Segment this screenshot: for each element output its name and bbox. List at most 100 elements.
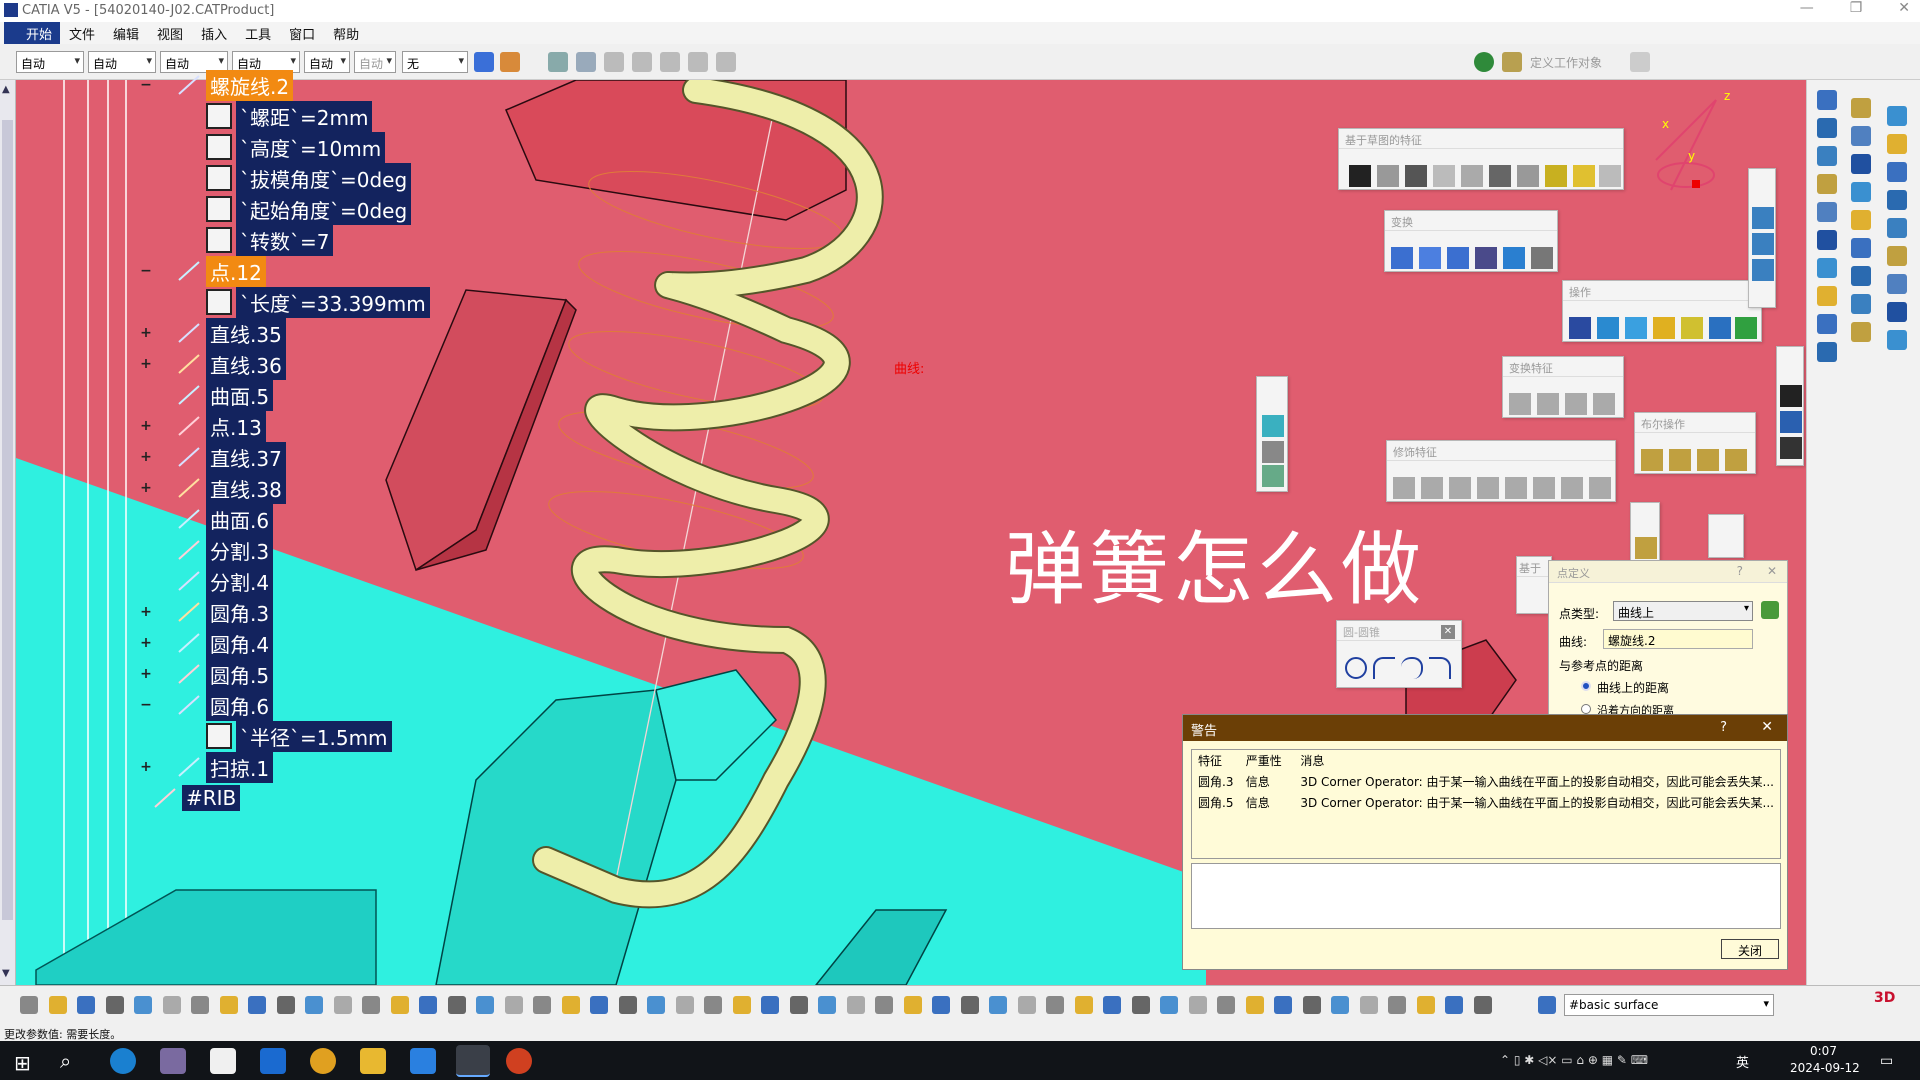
curve-field[interactable]: 螺旋线.2 — [1603, 629, 1753, 649]
scroll-up-icon[interactable]: ▲ — [2, 84, 10, 95]
workbench-tool-icon[interactable] — [1817, 174, 1837, 194]
scroll-down-icon[interactable]: ▼ — [2, 968, 10, 979]
bottom-tool-icon[interactable] — [1416, 996, 1435, 1014]
replace-comp-icon[interactable] — [716, 52, 736, 72]
bottom-tool-icon[interactable] — [1046, 996, 1064, 1014]
tree-node[interactable]: 螺旋线.2 — [176, 69, 294, 101]
remove-face-icon[interactable] — [1561, 477, 1583, 499]
bottom-tool-icon[interactable] — [989, 996, 1007, 1014]
bottom-tool-icon[interactable] — [77, 996, 95, 1014]
workbench-tool-icon[interactable] — [1851, 126, 1871, 146]
color-combo[interactable]: 自动 — [16, 51, 84, 73]
workbench-tool-icon[interactable] — [1851, 98, 1871, 118]
workbench-tool-icon[interactable] — [1887, 190, 1907, 210]
bottom-tool-icon[interactable] — [476, 996, 494, 1014]
bottom-tool-icon[interactable] — [305, 996, 323, 1014]
pad-icon[interactable] — [1349, 165, 1371, 187]
affinity-icon[interactable] — [1503, 247, 1525, 269]
bottom-tool-icon[interactable] — [1103, 996, 1121, 1014]
catalog-icon[interactable] — [548, 52, 568, 72]
bottom-tool-icon[interactable] — [1302, 996, 1321, 1014]
warning-detail-area[interactable] — [1191, 863, 1781, 929]
bottom-tool-icon[interactable] — [447, 996, 466, 1014]
tree-node[interactable]: 直线.37 — [176, 441, 286, 473]
axis-to-axis-icon[interactable] — [1531, 247, 1553, 269]
intersect-icon[interactable] — [1725, 449, 1747, 471]
bottom-tool-icon[interactable] — [1245, 996, 1264, 1014]
bottom-tool-icon[interactable] — [761, 996, 779, 1014]
bottom-tool-icon[interactable] — [1388, 996, 1406, 1014]
add-icon[interactable] — [1669, 449, 1691, 471]
bottom-tool-icon[interactable] — [818, 996, 836, 1014]
workbench-tool-icon[interactable] — [1817, 258, 1837, 278]
groove-icon[interactable] — [1433, 165, 1455, 187]
part-body-icon[interactable] — [1630, 52, 1650, 72]
symmetry-icon[interactable] — [1447, 247, 1469, 269]
expand-icon[interactable]: + — [140, 481, 152, 495]
positioned-sketch-icon[interactable] — [1780, 411, 1802, 433]
save-mgmt-icon[interactable] — [604, 52, 624, 72]
sphere-icon[interactable] — [1635, 537, 1657, 559]
bottom-tool-icon[interactable] — [533, 996, 551, 1014]
compass-widget[interactable] — [1655, 99, 1717, 191]
bottom-tool-icon[interactable] — [846, 996, 865, 1014]
tree-node[interactable]: #RIB — [152, 783, 241, 813]
thickness-icon[interactable] — [1505, 477, 1527, 499]
tray-icons[interactable]: ⌃ ▯ ✱ ◁× ▭ ⌂ ⊕ ▦ ✎ ⌨ — [1500, 1053, 1648, 1067]
split-icon[interactable] — [1597, 317, 1619, 339]
clock-time[interactable]: 0:07 — [1810, 1044, 1837, 1058]
expand-icon[interactable]: + — [140, 605, 152, 619]
surface-icon[interactable] — [1262, 415, 1284, 437]
bottom-tool-icon[interactable] — [162, 996, 181, 1014]
warning-help-icon[interactable]: ? — [1720, 720, 1727, 735]
menu-start[interactable]: 开始 — [4, 21, 61, 45]
circ-pattern-icon[interactable] — [1593, 393, 1615, 415]
col-severity[interactable]: 严重性 — [1240, 750, 1295, 771]
work-object-icon[interactable] — [1502, 52, 1522, 72]
tree-node[interactable]: 分割.3 — [176, 534, 274, 566]
bottom-tool-icon[interactable] — [960, 996, 979, 1014]
point-dialog-close-icon[interactable]: ✕ — [1767, 564, 1777, 578]
workbench-tool-icon[interactable] — [1851, 182, 1871, 202]
expand-icon[interactable]: + — [140, 667, 152, 681]
bottom-tool-icon[interactable] — [362, 996, 380, 1014]
file-explorer-icon[interactable] — [360, 1048, 386, 1074]
workbench-tool-icon[interactable] — [1817, 230, 1837, 250]
pattern-icon[interactable] — [1537, 393, 1559, 415]
painter-icon[interactable] — [474, 52, 494, 72]
minimize-button[interactable]: — — [1800, 0, 1814, 22]
shaft-icon[interactable] — [1405, 165, 1427, 187]
workbench-tool-icon[interactable] — [1887, 330, 1907, 350]
warning-close-button[interactable]: 关闭 — [1721, 939, 1779, 959]
component-icon[interactable] — [660, 52, 680, 72]
table-row[interactable]: 圆角.5 信息 3D Corner Operator: 由于某一输入曲线在平面上… — [1192, 792, 1780, 813]
hole-icon[interactable] — [1461, 165, 1483, 187]
bottom-tool-icon[interactable] — [248, 996, 266, 1014]
workbench-tool-icon[interactable] — [1851, 294, 1871, 314]
bottom-tool-icon[interactable] — [219, 996, 238, 1014]
bottom-tool-icon[interactable] — [333, 996, 352, 1014]
tree-node[interactable]: `半径`=1.5mm — [206, 720, 392, 752]
chrome-icon[interactable] — [310, 1048, 336, 1074]
tree-node[interactable]: `起始角度`=0deg — [206, 193, 412, 225]
bottom-tool-icon[interactable] — [704, 996, 722, 1014]
tree-node[interactable]: `转数`=7 — [206, 224, 334, 256]
bottom-tool-icon[interactable] — [105, 996, 124, 1014]
menu-insert[interactable]: 插入 — [192, 24, 236, 43]
product-icon[interactable] — [632, 52, 652, 72]
tree-node[interactable]: 圆角.4 — [176, 627, 274, 659]
trim-icon[interactable] — [1625, 317, 1647, 339]
remove-icon[interactable] — [1697, 449, 1719, 471]
tree-node[interactable]: 圆角.6 — [176, 689, 274, 721]
tree-node[interactable]: 扫掠.1 — [176, 751, 274, 783]
tree-node[interactable]: `螺距`=2mm — [206, 100, 373, 132]
tree-node[interactable]: 曲面.5 — [176, 379, 274, 411]
feishu-icon[interactable] — [410, 1048, 436, 1074]
workbench-tool-icon[interactable] — [1887, 106, 1907, 126]
menu-help[interactable]: 帮助 — [324, 24, 368, 43]
layer-filter-combo[interactable]: #basic surface ▾ — [1564, 994, 1774, 1016]
collapse-icon[interactable]: − — [140, 264, 152, 278]
sketch-icon[interactable] — [1780, 385, 1802, 407]
bottom-tool-icon[interactable] — [789, 996, 808, 1014]
edge-icon[interactable] — [110, 1048, 136, 1074]
